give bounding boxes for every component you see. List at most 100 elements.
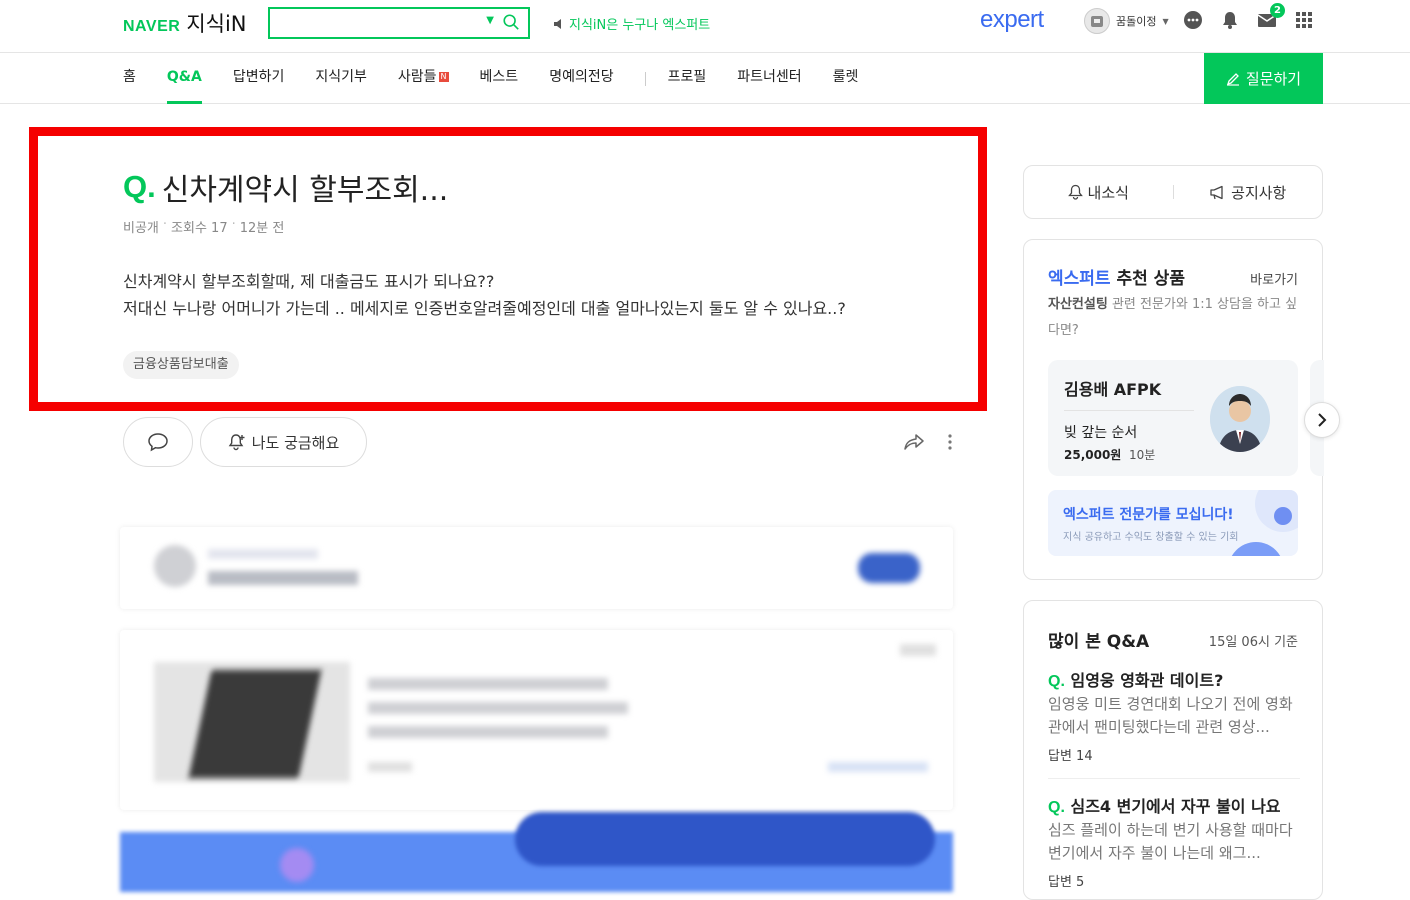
meta-dot: · — [162, 217, 168, 232]
popular-qna-box: 많이 본 Q&A 15일 06시 기준 Q. 임영웅 영화관 데이트? 임영웅 … — [1023, 600, 1323, 900]
tab-notice[interactable]: 공지사항 — [1174, 182, 1323, 203]
author: 비공개 — [123, 221, 159, 236]
view-count: 조회수 17 — [171, 221, 228, 236]
ask-question-button[interactable]: 질문하기 — [1204, 53, 1323, 104]
me-too-curious-button[interactable]: 나도 궁금해요 — [200, 417, 367, 467]
expert-box-title: 엑스퍼트 추천 상품 — [1048, 264, 1185, 289]
question-tag[interactable]: 금융상품담보대출 — [123, 351, 239, 379]
blurred-avatar — [154, 545, 196, 587]
kin-logo[interactable]: 지식iN — [186, 8, 246, 38]
tab-my-news[interactable]: 내소식 — [1024, 182, 1173, 203]
talk-icon[interactable] — [1183, 10, 1203, 30]
nav-item-people[interactable]: 사람들 N — [398, 53, 449, 104]
popular-qna-item-body[interactable]: 임영웅 미트 경연대회 나오기 전에 영화관에서 팬미팅했다는데 관련 영상..… — [1048, 693, 1300, 739]
nav-item-partner[interactable]: 파트너센터 — [737, 53, 801, 104]
expert-product-price: 25,000원 10분 — [1064, 446, 1155, 463]
username[interactable]: 꿈돌이정 — [1116, 13, 1156, 29]
naver-logo[interactable]: NAVER — [123, 18, 180, 36]
expert-recommend-box: 엑스퍼트 추천 상품 바로가기 자산컨설팅 관련 전문가와 1:1 상담을 하고… — [1023, 239, 1340, 580]
grid-menu-icon[interactable] — [1294, 10, 1314, 30]
tab-my-news-label: 내소식 — [1087, 183, 1129, 202]
user-avatar-icon — [1091, 16, 1103, 27]
sidebar-tabs: 내소식 공지사항 — [1023, 165, 1323, 219]
blurred-ad-card — [120, 630, 953, 810]
popular-qna-item-title-text[interactable]: 임영웅 영화관 데이트? — [1070, 671, 1223, 690]
blurred-line — [828, 762, 928, 772]
blurred-line — [900, 644, 936, 656]
naver-kin-logo[interactable]: NAVER 지식iN — [123, 8, 247, 38]
comment-icon — [148, 433, 168, 452]
expert-box-title-rest: 추천 상품 — [1110, 269, 1185, 289]
popular-qna-item[interactable]: Q. 심즈4 변기에서 자꾸 불이 나요 심즈 플레이 하는데 변기 사용할 때… — [1048, 793, 1300, 890]
nav-item-roulette[interactable]: 룰렛 — [833, 53, 859, 104]
nav-divider — [644, 71, 646, 86]
search-box[interactable]: ▼ — [268, 7, 530, 39]
expert-recruit-title: 엑스퍼트 전문가를 모십니다! — [1063, 507, 1234, 523]
expert-recruit-subtitle: 지식 공유하고 수익도 창출할 수 있는 기회 — [1063, 532, 1239, 543]
expert-product-title: 빚 갚는 순서 — [1064, 425, 1138, 441]
popular-qna-divider — [1048, 778, 1300, 779]
person-portrait-icon — [1210, 386, 1270, 452]
question-title: Q. 신차계약시 할부조회... — [123, 165, 448, 209]
mail-button[interactable]: 2 — [1257, 3, 1285, 30]
nav-item-qna[interactable]: Q&A — [166, 53, 202, 104]
nav-item-home[interactable]: 홈 — [123, 53, 136, 104]
next-card-button[interactable] — [1304, 402, 1340, 438]
search-input[interactable] — [278, 9, 468, 37]
nav-item-people-label[interactable]: 사람들 — [398, 69, 437, 85]
expert-box-title-brand: 엑스퍼트 — [1048, 269, 1111, 289]
price: 25,000원 — [1064, 448, 1122, 462]
header-notice[interactable]: 지식iN은 누구나 엑스퍼트 — [553, 14, 710, 33]
more-icon[interactable] — [946, 432, 954, 452]
duration: 10분 — [1129, 448, 1156, 462]
expert-subtitle: 자산컨설팅 관련 전문가와 1:1 상담을 하고 싶다면? — [1048, 292, 1302, 344]
avatar[interactable] — [1084, 8, 1110, 34]
decorative-circles-icon — [1231, 490, 1298, 556]
expert-name: 김용배 AFPK — [1064, 380, 1162, 399]
expert-go-link[interactable]: 바로가기 — [1250, 269, 1298, 288]
q-mark: Q. — [1048, 799, 1065, 816]
popular-qna-item-title[interactable]: Q. 심즈4 변기에서 자꾸 불이 나요 — [1048, 793, 1300, 817]
chevron-right-icon — [1318, 413, 1327, 427]
nav-item-donate[interactable]: 지식기부 — [315, 53, 367, 104]
question-body: 신차계약시 할부조회할때, 제 대출금도 표시가 되나요?? 저대신 누나랑 어… — [123, 268, 846, 322]
popular-qna-item-title-text[interactable]: 심즈4 변기에서 자꾸 불이 나요 — [1070, 797, 1280, 816]
nav-item-answer[interactable]: 답변하기 — [233, 53, 285, 104]
search-icon[interactable] — [502, 13, 520, 31]
main-nav: 홈 Q&A 답변하기 지식기부 사람들 N 베스트 명예의전당 프로필 파트너센터… — [0, 53, 1410, 104]
nav-item-hall-of-fame[interactable]: 명예의전당 — [549, 53, 613, 104]
expert-product-card[interactable]: 김용배 AFPK 빚 갚는 순서 25,000원 10분 — [1048, 360, 1298, 476]
posted-time: 12분 전 — [239, 221, 285, 236]
popular-qna-item-title[interactable]: Q. 임영웅 영화관 데이트? — [1048, 667, 1300, 691]
expert-logo[interactable]: expert — [980, 6, 1044, 34]
bell-icon[interactable] — [1220, 10, 1240, 30]
nav-item-best[interactable]: 베스트 — [480, 53, 519, 104]
expert-photo — [1210, 386, 1270, 452]
popular-qna-item[interactable]: Q. 임영웅 영화관 데이트? 임영웅 미트 경연대회 나오기 전에 영화관에서… — [1048, 667, 1300, 764]
user-menu[interactable]: 꿈돌이정 ▼ — [1084, 8, 1169, 34]
tab-notice-label: 공지사항 — [1231, 183, 1287, 202]
popular-qna-item-answers: 답변 5 — [1048, 875, 1085, 890]
blurred-line — [208, 571, 358, 585]
comment-button[interactable] — [123, 417, 193, 467]
blurred-line — [368, 702, 628, 714]
blurred-button — [858, 553, 920, 583]
popular-qna-item-body[interactable]: 심즈 플레이 하는데 변기 사용할 때마다 변기에서 자주 불이 나는데 왜그.… — [1048, 819, 1300, 865]
new-badge: N — [438, 72, 449, 82]
blurred-floating-button — [515, 812, 935, 866]
popular-qna-time: 15일 06시 기준 — [1208, 635, 1298, 650]
popular-qna-item-answers: 답변 14 — [1048, 749, 1093, 764]
top-header: NAVER 지식iN ▼ 지식iN은 누구나 엑스퍼트 expert 꿈돌이정 … — [0, 0, 1410, 53]
blurred-line — [368, 726, 608, 738]
share-icon[interactable] — [903, 432, 925, 452]
expert-category: 자산컨설팅 — [1048, 297, 1108, 312]
search-dropdown-icon[interactable]: ▼ — [486, 15, 494, 26]
q-mark: Q. — [123, 169, 156, 204]
user-dropdown-icon[interactable]: ▼ — [1162, 17, 1168, 26]
expert-recruit-banner[interactable]: 엑스퍼트 전문가를 모십니다! 지식 공유하고 수익도 창출할 수 있는 기회 — [1048, 490, 1298, 556]
nav-item-profile[interactable]: 프로필 — [668, 53, 707, 104]
blurred-line — [208, 549, 318, 559]
megaphone-icon — [1210, 185, 1223, 199]
header-icons: 2 — [1183, 3, 1314, 30]
header-notice-text[interactable]: 지식iN은 누구나 엑스퍼트 — [569, 14, 710, 33]
